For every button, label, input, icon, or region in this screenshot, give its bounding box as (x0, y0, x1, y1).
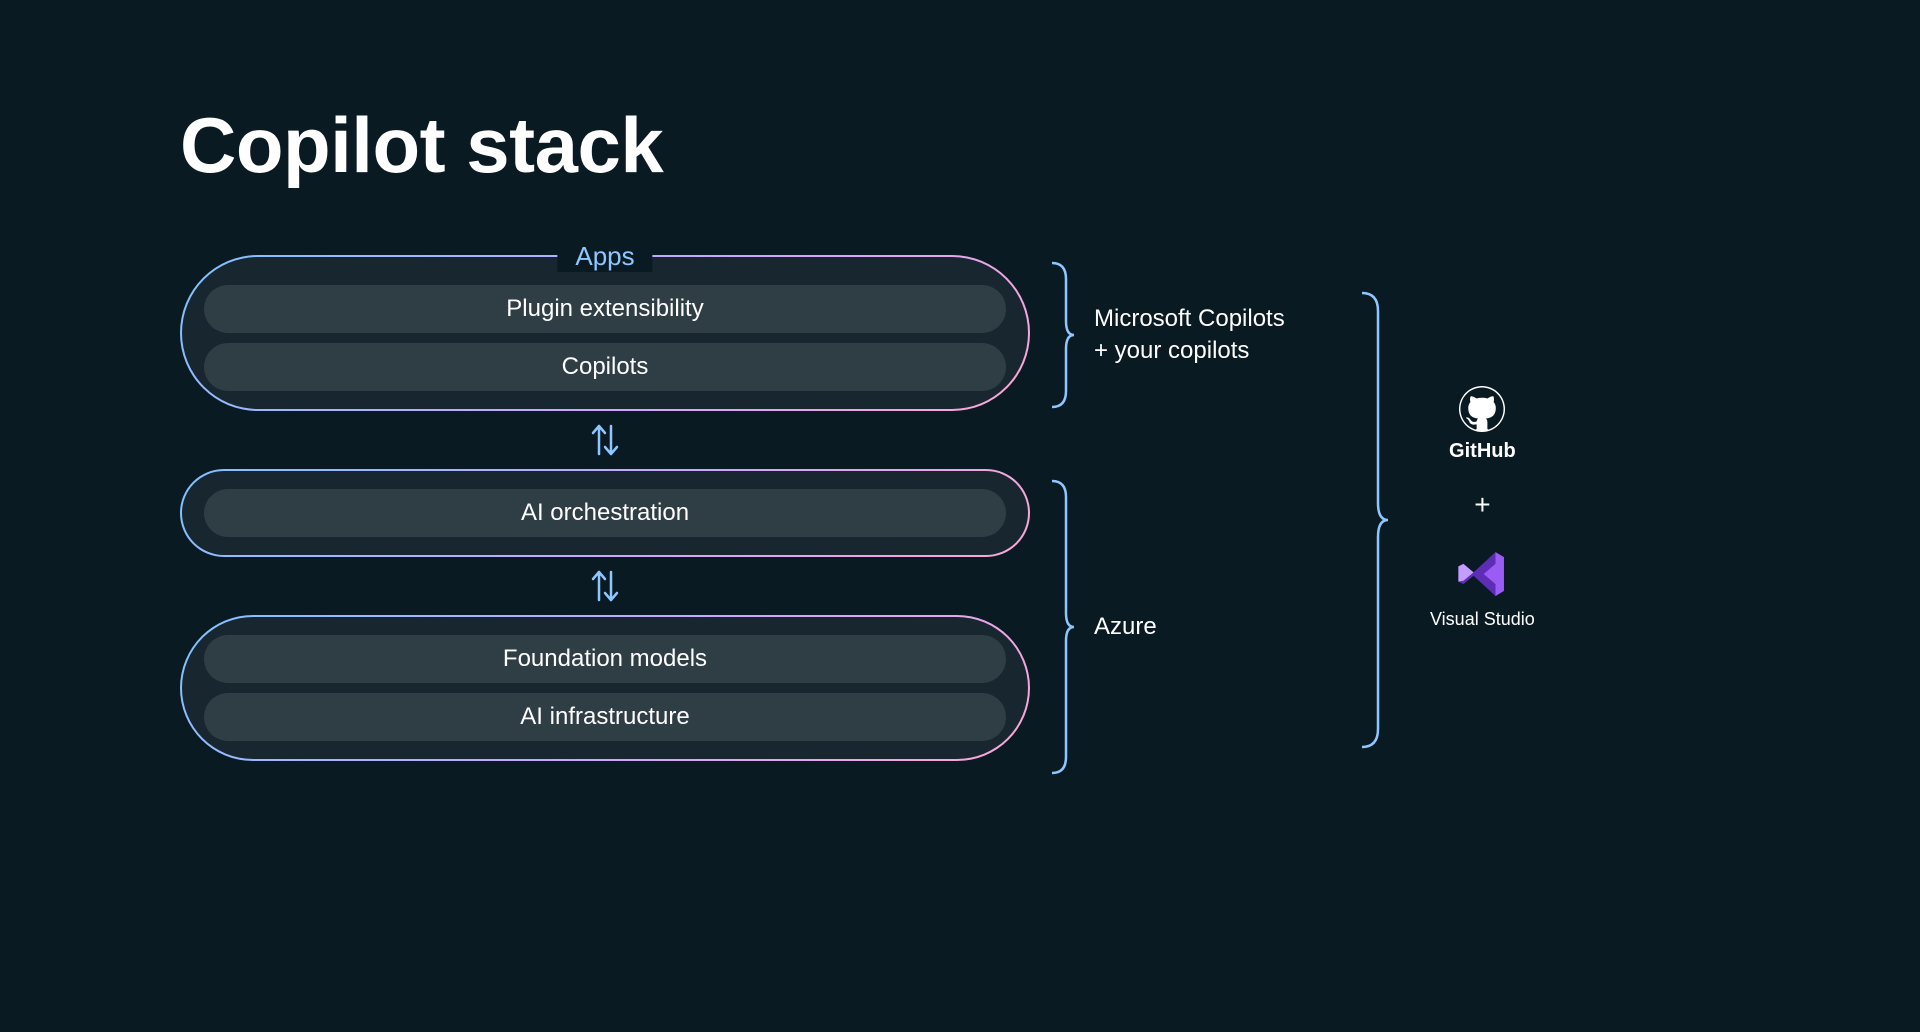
bracket-icon (1360, 285, 1390, 755)
visual-studio-label: Visual Studio (1430, 609, 1535, 630)
tools-column: GitHub + Visual Studio (1280, 255, 1740, 761)
brackets-column: Microsoft Copilots + your copilots Azure (1030, 255, 1280, 761)
bracket-copilots-label: Microsoft Copilots + your copilots (1094, 303, 1285, 368)
bracket-copilots: Microsoft Copilots + your copilots (1050, 255, 1285, 415)
bracket-azure-label: Azure (1094, 611, 1157, 643)
github-label: GitHub (1449, 440, 1516, 463)
bracket-icon (1050, 473, 1076, 781)
plus-symbol: + (1474, 489, 1490, 521)
pill-foundation-models: Foundation models (204, 635, 1006, 683)
stack-column: Apps Plugin extensibility Copilots AI or… (180, 255, 1030, 761)
bracket-icon (1050, 255, 1076, 415)
pill-copilots: Copilots (204, 343, 1006, 391)
visual-studio-icon (1455, 547, 1509, 601)
apps-block-label: Apps (557, 241, 652, 272)
pill-ai-infrastructure: AI infrastructure (204, 693, 1006, 741)
tools-stack: GitHub + Visual Studio (1430, 386, 1535, 630)
bidirectional-arrow-icon (180, 557, 1030, 615)
foundation-block: Foundation models AI infrastructure (180, 615, 1030, 761)
github-icon (1459, 386, 1505, 432)
slide: Copilot stack Apps Plugin extensibility … (0, 0, 1920, 1032)
page-title: Copilot stack (180, 100, 1740, 191)
github-item: GitHub (1449, 386, 1516, 463)
bidirectional-arrow-icon (180, 411, 1030, 469)
orchestration-block: AI orchestration (180, 469, 1030, 557)
visual-studio-item: Visual Studio (1430, 547, 1535, 630)
pill-ai-orchestration: AI orchestration (204, 489, 1006, 537)
bracket-azure: Azure (1050, 473, 1157, 781)
apps-block: Apps Plugin extensibility Copilots (180, 255, 1030, 411)
pill-plugin-extensibility: Plugin extensibility (204, 285, 1006, 333)
content-row: Apps Plugin extensibility Copilots AI or… (180, 255, 1740, 761)
